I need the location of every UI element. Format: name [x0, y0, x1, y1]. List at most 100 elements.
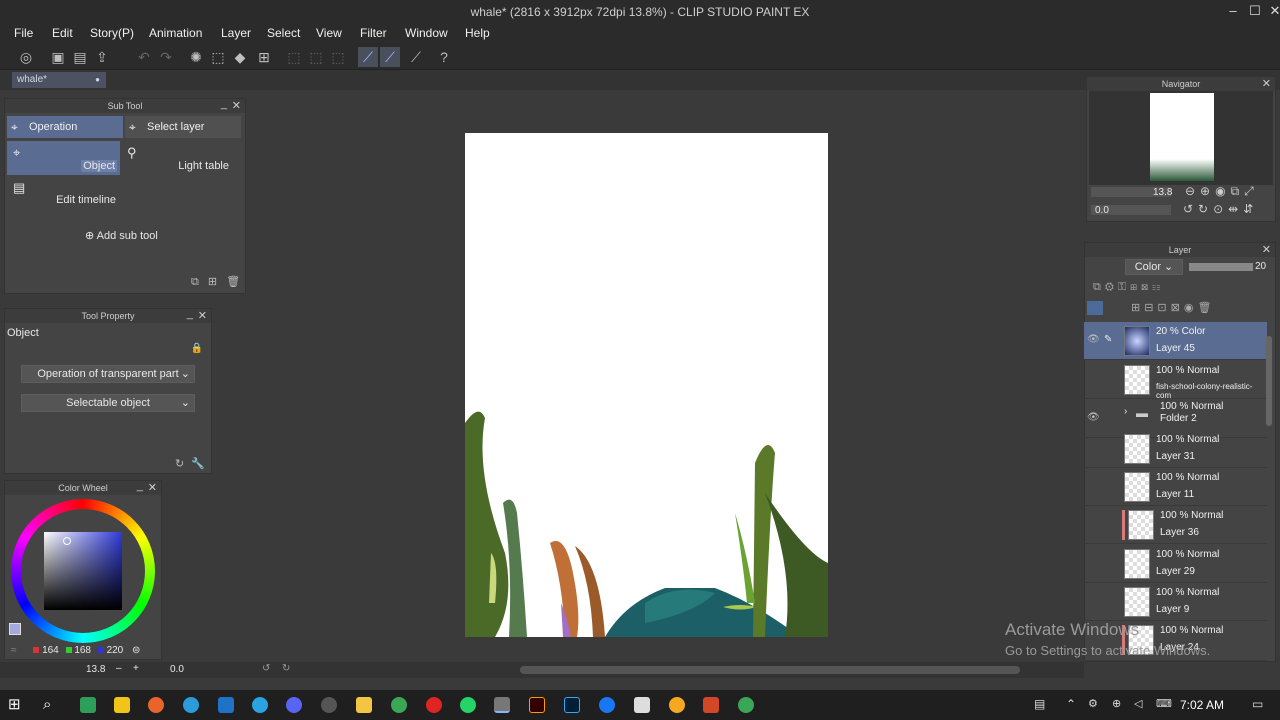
calculator-icon[interactable]: [114, 697, 130, 713]
menu-window[interactable]: Window: [405, 26, 448, 40]
main-color-swatch[interactable]: [9, 623, 21, 635]
snap-special-ruler-icon[interactable]: ⟋: [380, 47, 400, 67]
menu-view[interactable]: View: [316, 26, 342, 40]
menu-story[interactable]: Story(P): [90, 26, 134, 40]
file-explorer-icon[interactable]: [356, 697, 372, 713]
navigator-rotate-buttons[interactable]: ↺↻⊙⇹⇵: [1183, 202, 1258, 216]
transform-icon[interactable]: ⊞: [254, 47, 274, 67]
layer-toolbar-2[interactable]: ⊞⊟⊡⊠◉🗑: [1131, 301, 1215, 314]
search-icon[interactable]: ⌕: [43, 697, 59, 713]
rotate-left-icon[interactable]: ↺: [262, 663, 270, 674]
swap-colors-icon[interactable]: ≈: [11, 645, 17, 656]
clear-outside-icon[interactable]: ⬚: [208, 47, 228, 67]
tab-select-layer[interactable]: ⌖ Select layer: [125, 116, 241, 138]
minimize-icon[interactable]: –: [1222, 2, 1244, 20]
layer-row[interactable]: 👁 ✎ 20 % Color Layer 45: [1084, 322, 1267, 360]
photoshop-icon[interactable]: [564, 697, 580, 713]
save-icon[interactable]: ⇪: [92, 47, 112, 67]
illustrator-icon[interactable]: [529, 697, 545, 713]
delete-sub-tool-icon[interactable]: 🗑: [226, 276, 240, 288]
menu-filter[interactable]: Filter: [360, 26, 387, 40]
close-tab-icon[interactable]: ●: [95, 72, 100, 88]
layer-toolbar-1[interactable]: ⧉⚙⚿⊞⊠☷: [1093, 281, 1164, 294]
zoom-in-icon[interactable]: +: [133, 663, 139, 674]
facebook-icon[interactable]: [599, 697, 615, 713]
navigator-preview[interactable]: [1089, 91, 1273, 185]
menu-layer[interactable]: Layer: [221, 26, 251, 40]
zoom-out-icon[interactable]: –: [116, 663, 122, 674]
chevron-up-icon[interactable]: ⌃: [1066, 697, 1082, 713]
sub-tool-object[interactable]: ⌖ Object: [7, 141, 120, 175]
volume-icon[interactable]: ◁: [1134, 697, 1150, 713]
blend-mode-dropdown[interactable]: Color ⌄: [1125, 259, 1183, 275]
color-picker-marker[interactable]: [63, 537, 71, 545]
close-panel-icon[interactable]: ✕: [148, 481, 157, 495]
clear-icon[interactable]: ✺: [186, 47, 206, 67]
layer-row[interactable]: 100 % Normal fish-school-colony-realisti…: [1084, 361, 1267, 400]
menu-file[interactable]: File: [14, 26, 33, 40]
tray-icons[interactable]: ⚙: [1088, 697, 1104, 713]
hue-ring[interactable]: [11, 499, 155, 643]
expand-folder-icon[interactable]: ›: [1124, 406, 1127, 417]
sub-tool-detail-icon[interactable]: 🔧: [191, 458, 205, 470]
close-panel-icon[interactable]: ✕: [1262, 243, 1271, 257]
firefox-icon[interactable]: [148, 697, 164, 713]
canvas[interactable]: [465, 133, 828, 637]
menu-animation[interactable]: Animation: [149, 26, 202, 40]
saturation-square[interactable]: [44, 532, 122, 610]
menu-edit[interactable]: Edit: [52, 26, 73, 40]
opera-icon[interactable]: [426, 697, 442, 713]
layer-row[interactable]: 100 % Normal Layer 31: [1084, 430, 1267, 468]
notification-icon[interactable]: ▭: [1252, 697, 1268, 713]
sub-tool-edit-timeline[interactable]: ▤ Edit timeline: [7, 177, 120, 209]
settings-app-icon[interactable]: [669, 697, 685, 713]
transparent-part-dropdown[interactable]: Operation of transparent part ⌄: [21, 365, 195, 383]
document-tab[interactable]: whale* ●: [12, 72, 106, 88]
help-icon[interactable]: ?: [434, 47, 454, 67]
menu-help[interactable]: Help: [465, 26, 490, 40]
new-sub-tool-icon[interactable]: ⊞: [208, 276, 217, 288]
windows-start-icon[interactable]: ⊞: [8, 697, 24, 713]
language-icon[interactable]: ⌨: [1156, 697, 1172, 713]
network-icon[interactable]: ⊕: [1112, 697, 1128, 713]
redo-icon[interactable]: ↷: [156, 47, 176, 67]
rotate-right-icon[interactable]: ↻: [282, 663, 290, 674]
close-icon[interactable]: ✕: [1264, 2, 1280, 20]
powerpoint-icon[interactable]: [703, 697, 719, 713]
layer-row[interactable]: 100 % Normal Layer 36: [1084, 506, 1267, 544]
crop-icon[interactable]: ⬚: [328, 47, 348, 67]
paint-icon[interactable]: [634, 697, 650, 713]
open-file-icon[interactable]: ▤: [70, 47, 90, 67]
undo-icon[interactable]: ↶: [134, 47, 154, 67]
new-file-icon[interactable]: ▣: [48, 47, 68, 67]
invert-selection-icon[interactable]: ⬚: [306, 47, 326, 67]
clock[interactable]: 7:02 AM: [1180, 698, 1224, 712]
clip-studio-icon[interactable]: ◎: [16, 47, 36, 67]
excel-icon[interactable]: [80, 697, 96, 713]
minimize-panel-icon[interactable]: _: [187, 307, 193, 321]
layer-menu-icon[interactable]: [1087, 301, 1103, 315]
mail-icon[interactable]: [218, 697, 234, 713]
menu-select[interactable]: Select: [267, 26, 300, 40]
layer-row[interactable]: 100 % Normal Layer 9: [1084, 583, 1267, 621]
close-panel-icon[interactable]: ✕: [232, 99, 241, 113]
fill-icon[interactable]: ◆: [230, 47, 250, 67]
layer-row[interactable]: 100 % Normal Layer 11: [1084, 468, 1267, 506]
reset-icon[interactable]: ↻: [175, 458, 184, 470]
clip-studio-taskbar-icon[interactable]: [494, 697, 510, 713]
tab-operation[interactable]: ⌖ Operation: [7, 116, 123, 138]
deselect-icon[interactable]: ⬚: [284, 47, 304, 67]
opacity-slider[interactable]: [1189, 263, 1253, 271]
chrome-profile-icon[interactable]: [738, 697, 754, 713]
minimize-panel-icon[interactable]: _: [137, 479, 143, 493]
snap-ruler-icon[interactable]: ⟋: [358, 47, 378, 67]
close-panel-icon[interactable]: ✕: [198, 309, 207, 323]
input-indicator-icon[interactable]: ▤: [1034, 697, 1050, 713]
minimize-panel-icon[interactable]: _: [221, 97, 227, 111]
maximize-icon[interactable]: ☐: [1244, 2, 1266, 20]
selectable-object-dropdown[interactable]: Selectable object ⌄: [21, 394, 195, 412]
eye-icon[interactable]: 👁: [1087, 412, 1100, 423]
navigator-zoom-buttons[interactable]: ⊖⊕◉⧉⤢: [1185, 184, 1259, 199]
sub-tool-light-table[interactable]: ⚲ Light table: [123, 141, 231, 175]
telegram-icon[interactable]: [252, 697, 268, 713]
